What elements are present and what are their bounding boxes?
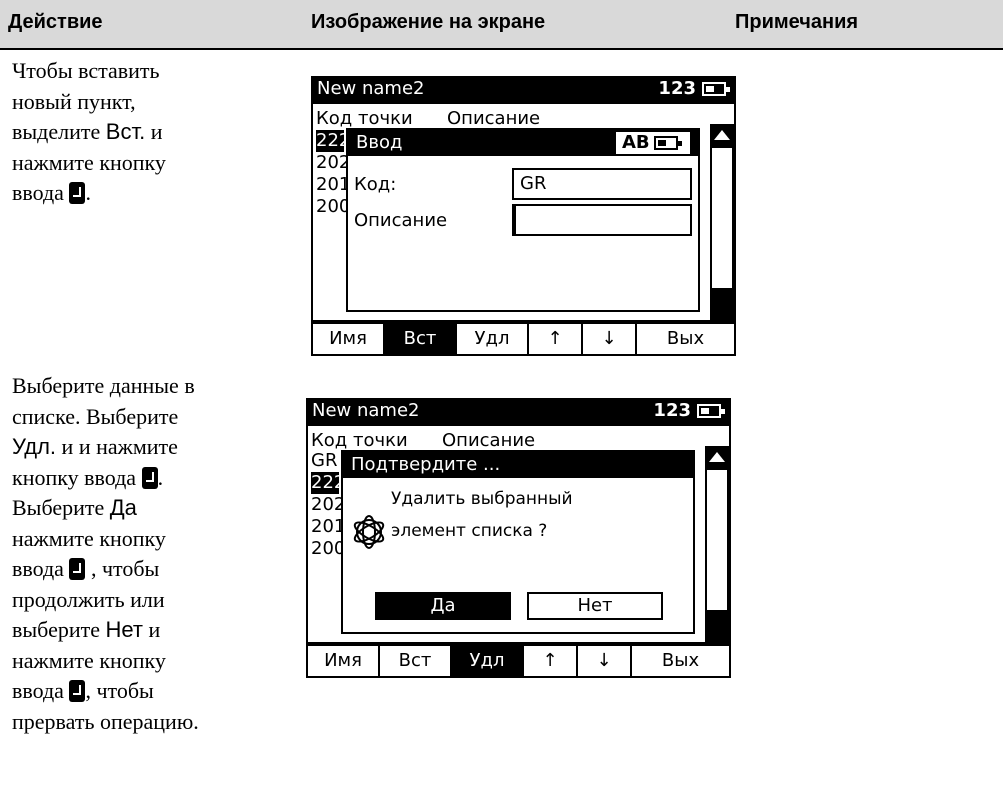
column-header-notes: Примечания [735, 11, 859, 33]
softkey-up[interactable]: ↑ [529, 324, 583, 354]
softkey-down[interactable]: ↓ [583, 324, 637, 354]
step1-text: Чтобы вставить новый пункт, выделите Вст… [12, 56, 166, 209]
screen-title-bar: New name2 123 [311, 76, 736, 102]
softkey-delete[interactable]: Удл [452, 646, 524, 676]
softkey-insert[interactable]: Вст [380, 646, 452, 676]
dialog-title-bar: Подтвердите ... [343, 452, 693, 478]
battery-icon [702, 82, 730, 96]
step1-line: Чтобы вставить [12, 58, 160, 83]
scroll-down-icon[interactable] [709, 620, 725, 630]
scroll-up-icon[interactable] [714, 130, 730, 140]
step2-line: прервать операцию. [12, 708, 199, 734]
step2-line: нажмите кнопку [12, 647, 166, 673]
step2-line: Удл. и и нажмите [12, 434, 178, 459]
dialog-mode: AB [616, 132, 690, 154]
enter-key-icon [69, 182, 86, 204]
column-header-action: Действие [8, 11, 103, 33]
list-area: Код точки Описание 222 202 201 200 Ввод … [311, 102, 736, 322]
screen-title: New name2 [317, 78, 425, 99]
dialog-title: Ввод [356, 132, 403, 153]
dialog-title: Подтвердите ... [351, 454, 501, 475]
input-dialog: Ввод AB Код: GR Описание [346, 128, 700, 312]
step2-line: ввода , чтобы [12, 556, 160, 581]
list-row[interactable]: 222 [311, 472, 345, 494]
scroll-up-icon[interactable] [709, 452, 725, 462]
column-header-screen: Изображение на экране [311, 11, 546, 33]
enter-key-icon [69, 558, 86, 580]
yes-button[interactable]: Да [375, 592, 511, 620]
enter-key-icon [141, 466, 158, 489]
list-header: Код точки Описание [311, 430, 536, 451]
screen-title-bar: New name2 123 [306, 398, 731, 424]
softkey-up[interactable]: ↑ [524, 646, 578, 676]
scrollbar-track [707, 470, 727, 610]
softkey-delete[interactable]: Удл [457, 324, 529, 354]
softkey-bar: Имя Вст Удл ↑ ↓ Вых [306, 644, 731, 678]
list-header: Код точки Описание [316, 108, 541, 129]
softkey-exit[interactable]: Вых [632, 646, 729, 676]
device-screen-delete: New name2 123 Код точки Описание GR 222 … [306, 398, 731, 678]
description-label: Описание [354, 210, 448, 231]
step1-line: новый пункт, [12, 88, 136, 114]
table-header: Действие Изображение на экране Примечани… [0, 0, 1003, 50]
step2-line: ввода , чтобы [12, 678, 154, 703]
step2-line: нажмите кнопку [12, 525, 166, 551]
softkey-down[interactable]: ↓ [578, 646, 632, 676]
screen-title: New name2 [312, 400, 420, 421]
trimble-globe-icon [353, 515, 385, 549]
input-mode: 123 [658, 78, 696, 99]
list-row[interactable]: GR [311, 450, 337, 472]
description-field[interactable] [512, 204, 692, 236]
step2-line: списке. Выберите [12, 403, 179, 429]
scrollbar-track [712, 148, 732, 288]
softkey-exit[interactable]: Вых [637, 324, 734, 354]
step2-line: Выберите Да [12, 495, 137, 520]
softkey-bar: Имя Вст Удл ↑ ↓ Вых [311, 322, 736, 356]
confirm-message: элемент списка ? [391, 521, 548, 541]
step2-line: Выберите данные в [12, 373, 195, 398]
battery-icon [697, 404, 725, 418]
dialog-title-bar: Ввод AB [348, 130, 698, 156]
step2-line: выберите Нет и [12, 617, 161, 642]
no-button[interactable]: Нет [527, 592, 663, 620]
scroll-down-icon[interactable] [714, 298, 730, 308]
step1-line: выделите Вст. и [12, 119, 163, 144]
confirm-message: Удалить выбранный [391, 489, 573, 509]
softkey-insert[interactable]: Вст [385, 324, 457, 354]
softkey-name[interactable]: Имя [308, 646, 380, 676]
device-screen-insert: New name2 123 Код точки Описание 222 202… [311, 76, 736, 356]
step1-line: ввода . [12, 180, 91, 205]
battery-icon [654, 136, 682, 150]
step2-line: кнопку ввода . [12, 464, 164, 490]
enter-key-icon [69, 680, 86, 702]
code-field[interactable]: GR [512, 168, 692, 200]
list-row[interactable]: 222 [316, 130, 350, 152]
list-area: Код точки Описание GR 222 202 201 200 По… [306, 424, 731, 644]
confirm-dialog: Подтвердите ... Удалить выбранный элемен… [341, 450, 695, 634]
softkey-name[interactable]: Имя [313, 324, 385, 354]
input-mode: 123 [653, 400, 691, 421]
step2-text: Выберите данные в списке. Выберите Удл. … [12, 371, 199, 737]
step1-line: нажмите кнопку [12, 149, 166, 175]
step2-line: продолжить или [12, 586, 165, 612]
code-label: Код: [354, 174, 397, 195]
